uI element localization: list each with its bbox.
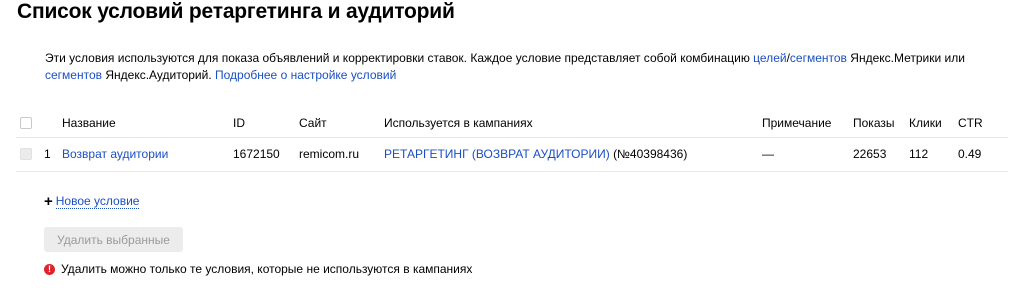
plus-icon: + [44, 193, 53, 210]
description-text: Яндекс.Аудиторий. [102, 68, 215, 82]
description-text: Эти условия используются для показа объя… [45, 51, 754, 65]
header-divider [16, 137, 1008, 138]
condition-clicks: 112 [909, 147, 929, 161]
header-note[interactable]: Примечание [762, 116, 831, 130]
delete-selected-button[interactable]: Удалить выбранные [44, 227, 183, 252]
condition-ctr: 0.49 [958, 147, 982, 161]
campaign-cell: РЕТАРГЕТИНГ (ВОЗВРАТ АУДИТОРИИ) (№403984… [384, 147, 687, 161]
header-campaigns[interactable]: Используется в кампаниях [384, 116, 533, 130]
header-impressions[interactable]: Показы [853, 116, 894, 130]
condition-site: remicom.ru [299, 147, 360, 161]
condition-name-link[interactable]: Возврат аудитории [62, 147, 168, 161]
header-id[interactable]: ID [233, 116, 245, 130]
table-row: 1 Возврат аудитории 1672150 remicom.ru Р… [0, 147, 1024, 161]
warning-text: Удалить можно только те условия, которые… [61, 262, 473, 276]
description-text: Яндекс.Метрики или [846, 51, 965, 65]
row-checkbox [20, 148, 32, 160]
table-header: Название ID Сайт Используется в кампания… [0, 116, 1024, 130]
description: Эти условия используются для показа объя… [45, 50, 1010, 84]
condition-note: — [762, 147, 774, 161]
condition-impressions: 22653 [853, 147, 887, 161]
page-title: Список условий ретаргетинга и аудиторий [17, 0, 455, 23]
add-condition-label: Новое условие [55, 194, 140, 209]
row-number: 1 [44, 147, 51, 161]
header-ctr[interactable]: CTR [958, 116, 983, 130]
header-name[interactable]: Название [62, 116, 116, 130]
header-clicks[interactable]: Клики [909, 116, 942, 130]
header-site[interactable]: Сайт [299, 116, 327, 130]
campaign-id: (№40398436) [613, 147, 688, 161]
metrika-segments-link[interactable]: сегментов [790, 51, 847, 65]
delete-warning: ! Удалить можно только те условия, котор… [44, 262, 472, 276]
add-condition-button[interactable]: + Новое условие [44, 193, 140, 210]
select-all-checkbox[interactable] [20, 117, 32, 129]
condition-id: 1672150 [233, 147, 280, 161]
row-divider [16, 171, 1008, 172]
more-info-link[interactable]: Подробнее о настройке условий [215, 68, 396, 82]
warning-icon: ! [44, 263, 55, 275]
audience-segments-link[interactable]: сегментов [45, 68, 102, 82]
campaign-link[interactable]: РЕТАРГЕТИНГ (ВОЗВРАТ АУДИТОРИИ) [384, 147, 610, 161]
goals-link[interactable]: целей [753, 51, 786, 65]
